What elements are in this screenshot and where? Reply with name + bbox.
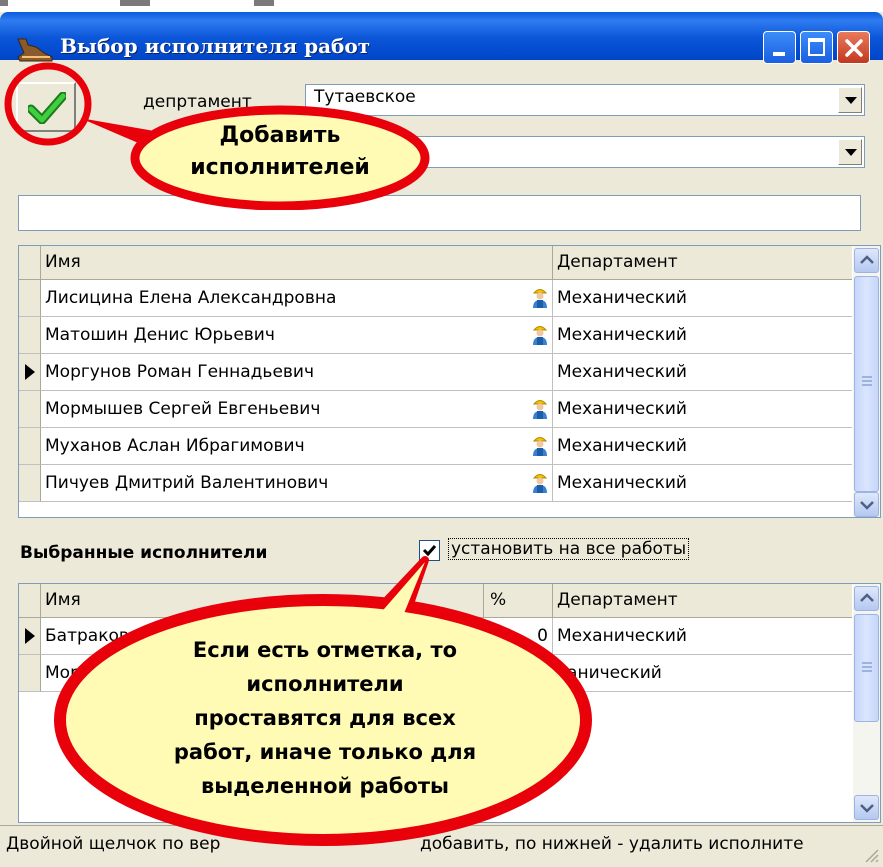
chevron-up-icon bbox=[860, 255, 874, 264]
scroll-up-button[interactable] bbox=[854, 586, 879, 611]
chevron-down-icon bbox=[860, 804, 874, 813]
row-indicator bbox=[19, 655, 41, 692]
cell-department: Механический bbox=[553, 428, 853, 465]
cell-department: Механический bbox=[553, 465, 853, 502]
cell-name: Муханов Аслан Ибрагимович bbox=[41, 428, 553, 465]
minimize-button[interactable] bbox=[763, 31, 796, 64]
table-row[interactable]: Матошин Денис Юрьевич Механический bbox=[19, 317, 853, 354]
department-dropdown-button[interactable] bbox=[838, 87, 862, 113]
worker-icon bbox=[532, 289, 548, 308]
worker-icon bbox=[532, 437, 548, 456]
screenshot: Выбор исполнителя работ депртамент Тутае… bbox=[0, 0, 883, 867]
note-line-1: Если есть отметка, то bbox=[192, 638, 458, 662]
worker-icon bbox=[532, 474, 548, 493]
highlight-ring bbox=[4, 62, 92, 146]
close-button[interactable] bbox=[837, 31, 870, 64]
performers-grid[interactable]: Имя Департамент Лисицина Елена Александр… bbox=[18, 245, 881, 518]
cell-name-text: Пичуев Дмитрий Валентинович bbox=[45, 473, 329, 493]
note-callout-text: Если есть отметка, то исполнители проста… bbox=[120, 633, 530, 803]
cell-department: Механический bbox=[553, 317, 853, 354]
selected-scrollbar[interactable] bbox=[852, 584, 880, 822]
maximize-icon bbox=[808, 38, 825, 56]
row-indicator bbox=[19, 354, 41, 391]
current-row-icon bbox=[25, 628, 35, 644]
cell-department: Механический bbox=[553, 280, 853, 317]
cell-name: Матошин Денис Юрьевич bbox=[41, 317, 553, 354]
note-line-4: работ, иначе только для bbox=[173, 740, 477, 764]
column-header-name[interactable]: Имя bbox=[41, 246, 553, 280]
row-indicator-header bbox=[19, 246, 41, 280]
cell-name: Пичуев Дмитрий Валентинович bbox=[41, 465, 553, 502]
window-title: Выбор исполнителя работ bbox=[60, 34, 371, 58]
row-indicator-header bbox=[19, 584, 41, 618]
cell-name-text: Мормышев Сергей Евгеньевич bbox=[45, 399, 321, 419]
cell-name-text: Матошин Денис Юрьевич bbox=[45, 325, 275, 345]
cell-name-text: Моргунов Роман Геннадьевич bbox=[45, 362, 315, 382]
scroll-down-button[interactable] bbox=[854, 795, 879, 820]
column-header-department[interactable]: Департамент bbox=[553, 246, 853, 280]
note-line-5: выделенной работы bbox=[200, 774, 450, 798]
cell-department: Механический bbox=[553, 391, 853, 428]
cell-department: Механический bbox=[553, 354, 853, 391]
note-line-2: исполнители bbox=[246, 672, 404, 696]
current-row-icon bbox=[25, 364, 35, 380]
minimize-icon bbox=[773, 52, 785, 56]
row-indicator bbox=[19, 280, 41, 317]
row-indicator bbox=[19, 618, 41, 655]
top-strip bbox=[0, 0, 883, 12]
scroll-up-button[interactable] bbox=[854, 248, 879, 273]
add-callout-text: Добавить исполнителей bbox=[170, 120, 390, 184]
table-row[interactable]: Мормышев Сергей Евгеньевич Механический bbox=[19, 391, 853, 428]
row-indicator bbox=[19, 317, 41, 354]
add-callout-line-2: исполнителей bbox=[190, 155, 370, 180]
worker-icon bbox=[532, 326, 548, 345]
table-row[interactable]: Лисицина Елена Александровна Механический bbox=[19, 280, 853, 317]
maximize-button[interactable] bbox=[800, 31, 833, 64]
cell-name-text: Муханов Аслан Ибрагимович bbox=[45, 436, 305, 456]
table-row[interactable]: Пичуев Дмитрий Валентинович Механический bbox=[19, 465, 853, 502]
grip-icon bbox=[862, 662, 872, 672]
add-callout-line-1: Добавить bbox=[219, 123, 341, 148]
scroll-thumb[interactable] bbox=[854, 614, 879, 722]
worker-icon bbox=[532, 400, 548, 419]
cell-name: Моргунов Роман Геннадьевич bbox=[41, 354, 553, 391]
row-indicator bbox=[19, 465, 41, 502]
performers-scrollbar[interactable] bbox=[852, 246, 880, 517]
close-icon bbox=[845, 39, 863, 57]
row-indicator bbox=[19, 428, 41, 465]
title-bar[interactable]: Выбор исполнителя работ bbox=[0, 12, 883, 64]
cell-name: Мормышев Сергей Евгеньевич bbox=[41, 391, 553, 428]
scroll-down-button[interactable] bbox=[854, 492, 879, 517]
chevron-down-icon bbox=[860, 501, 874, 510]
grip-icon bbox=[862, 376, 872, 386]
row-indicator bbox=[19, 391, 41, 428]
chevron-up-icon bbox=[860, 593, 874, 602]
table-row[interactable]: Муханов Аслан Ибрагимович Механический bbox=[19, 428, 853, 465]
filter-dropdown-button[interactable] bbox=[838, 139, 862, 165]
chevron-down-icon bbox=[845, 97, 857, 104]
scroll-thumb[interactable] bbox=[854, 276, 879, 492]
chevron-down-icon bbox=[845, 149, 857, 156]
resize-grip-icon bbox=[865, 849, 879, 863]
note-line-3: проставятся для всех bbox=[194, 706, 456, 730]
cell-name: Лисицина Елена Александровна bbox=[41, 280, 553, 317]
cell-name-text: Лисицина Елена Александровна bbox=[45, 288, 337, 308]
table-row[interactable]: Моргунов Роман Геннадьевич Механический bbox=[19, 354, 853, 391]
